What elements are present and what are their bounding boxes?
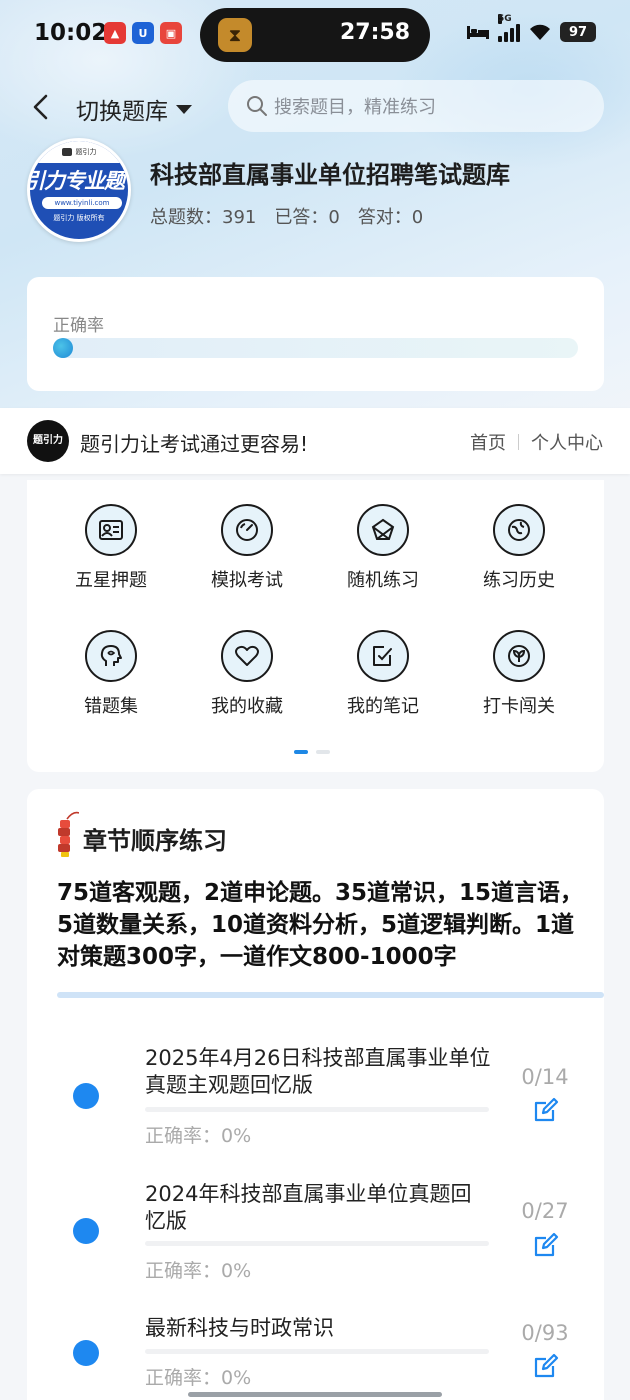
- promo-bar: 题引力 题引力让考试通过更容易! 首页 个人中心: [0, 408, 630, 474]
- chapter-accuracy: 正确率：0%: [145, 1125, 252, 1147]
- page-indicator: [294, 750, 330, 754]
- total-questions: 总题数：391: [150, 207, 257, 228]
- menu-item-wrong-questions[interactable]: 错题集: [51, 630, 171, 718]
- profile-link[interactable]: 个人中心: [531, 429, 603, 455]
- menu-item-five-star[interactable]: 五星押题: [51, 504, 171, 592]
- chapter-count: 0/14: [521, 1065, 569, 1089]
- chapter-description: 75道客观题，2道申论题。35道常识，15道言语，5道数量关系，10道资料分析，…: [57, 880, 584, 970]
- app-notification-icon: U: [132, 22, 154, 44]
- bank-stats: 总题数：391 已答：0 答对：0: [150, 203, 423, 229]
- edit-icon[interactable]: [533, 1353, 559, 1379]
- promo-links: 首页 个人中心: [470, 429, 603, 455]
- sleep-mode-icon: [467, 26, 489, 39]
- accuracy-label: 正确率: [53, 316, 104, 336]
- bank-logo: 题引力 引力专业题 www.tiyinli.com 题引力 版权所有: [27, 138, 131, 242]
- menu-label: 我的笔记: [347, 696, 419, 717]
- menu-item-history[interactable]: 练习历史: [459, 504, 579, 592]
- chapter-accuracy: 正确率：0%: [145, 1260, 252, 1282]
- chapter-count: 0/93: [521, 1321, 569, 1345]
- head-icon: [85, 630, 137, 682]
- status-icons: 5G 97: [466, 14, 596, 42]
- search-icon: [247, 96, 267, 116]
- answered-count: 已答：0: [274, 207, 340, 228]
- chapter-progress-bar: [145, 1349, 489, 1354]
- menu-label: 五星押题: [75, 570, 147, 591]
- wifi-icon: [530, 24, 550, 40]
- accuracy-card: 正确率: [27, 277, 604, 391]
- feature-menu: 五星押题 模拟考试 随机练习 练习历史 错题集 我的收藏 我的笔记 打卡闯关: [27, 480, 604, 772]
- note-icon: [357, 630, 409, 682]
- description-underline: [57, 992, 604, 998]
- cellular-signal-icon: 5G: [498, 14, 520, 42]
- menu-label: 练习历史: [483, 570, 555, 591]
- edit-icon[interactable]: [533, 1097, 559, 1123]
- firecracker-icon: [58, 811, 79, 857]
- menu-item-checkin[interactable]: 打卡闯关: [459, 630, 579, 718]
- shuffle-icon: [357, 504, 409, 556]
- chapter-progress-bar: [145, 1107, 489, 1112]
- menu-label: 打卡闯关: [483, 696, 555, 717]
- network-type: 5G: [498, 14, 512, 24]
- gauge-icon: [221, 504, 273, 556]
- promo-slogan: 题引力让考试通过更容易!: [80, 432, 309, 456]
- chapter-section-title: 章节顺序练习: [83, 827, 227, 855]
- dynamic-island[interactable]: ⧗ 27:58: [200, 8, 430, 62]
- timer-text: 27:58: [339, 20, 410, 45]
- chapter-name: 2025年4月26日科技部直属事业单位真题主观题回忆版: [145, 1046, 491, 1097]
- menu-label: 错题集: [84, 696, 138, 717]
- page-dot[interactable]: [316, 750, 330, 754]
- chapter-count: 0/27: [521, 1199, 569, 1223]
- menu-item-favorites[interactable]: 我的收藏: [187, 630, 307, 718]
- battery-indicator: 97: [560, 22, 596, 42]
- status-bar: 10:02 ▲ U ▣ ⧗ 27:58 5G 97: [0, 0, 630, 70]
- menu-item-mock-exam[interactable]: 模拟考试: [187, 504, 307, 592]
- leaf-icon: [493, 630, 545, 682]
- logo-brand-text: 题引力: [75, 148, 97, 156]
- switch-bank-label: 切换题库: [76, 99, 168, 125]
- menu-label: 模拟考试: [211, 570, 283, 591]
- home-indicator[interactable]: [188, 1392, 442, 1397]
- chapter-practice-card: 章节顺序练习 75道客观题，2道申论题。35道常识，15道言语，5道数量关系，1…: [27, 789, 604, 1400]
- chapter-bullet-icon: [73, 1083, 99, 1109]
- search-placeholder: 搜索题目，精准练习: [274, 97, 436, 118]
- chapter-name: 最新科技与时政常识: [145, 1316, 334, 1340]
- menu-label: 我的收藏: [211, 696, 283, 717]
- status-time: 10:02: [34, 20, 108, 46]
- chapter-progress-bar: [145, 1241, 489, 1246]
- logo-url: www.tiyinli.com: [42, 197, 122, 209]
- logo-footer: 题引力 版权所有: [53, 214, 105, 222]
- id-card-icon: [85, 504, 137, 556]
- menu-label: 随机练习: [347, 570, 419, 591]
- menu-item-notes[interactable]: 我的笔记: [323, 630, 443, 718]
- accuracy-progress-bar: [53, 338, 578, 358]
- page-dot-active[interactable]: [294, 750, 308, 754]
- hourglass-icon: ⧗: [218, 18, 252, 52]
- bank-title: 科技部直属事业单位招聘笔试题库: [150, 161, 510, 189]
- chapter-bullet-icon: [73, 1340, 99, 1366]
- history-icon: [493, 504, 545, 556]
- switch-bank-dropdown[interactable]: 切换题库: [76, 92, 192, 126]
- menu-item-random-practice[interactable]: 随机练习: [323, 504, 443, 592]
- chapter-bullet-icon: [73, 1218, 99, 1244]
- heart-icon: [221, 630, 273, 682]
- search-input[interactable]: 搜索题目，精准练习: [228, 80, 604, 132]
- chapter-accuracy: 正确率：0%: [145, 1367, 252, 1389]
- app-notification-icon: ▣: [160, 22, 182, 44]
- caret-down-icon: [176, 104, 192, 114]
- back-arrow-icon[interactable]: [30, 94, 52, 120]
- chapter-name: 2024年科技部直属事业单位真题回忆版: [145, 1182, 472, 1233]
- accuracy-progress-knob: [53, 338, 73, 358]
- app-notification-icon: ▲: [104, 22, 126, 44]
- correct-count: 答对：0: [357, 207, 424, 228]
- brand-logo: 题引力: [27, 420, 69, 462]
- logo-text: 引力专业题: [27, 169, 125, 193]
- link-divider: [518, 434, 519, 450]
- edit-icon[interactable]: [533, 1232, 559, 1258]
- home-link[interactable]: 首页: [470, 429, 506, 455]
